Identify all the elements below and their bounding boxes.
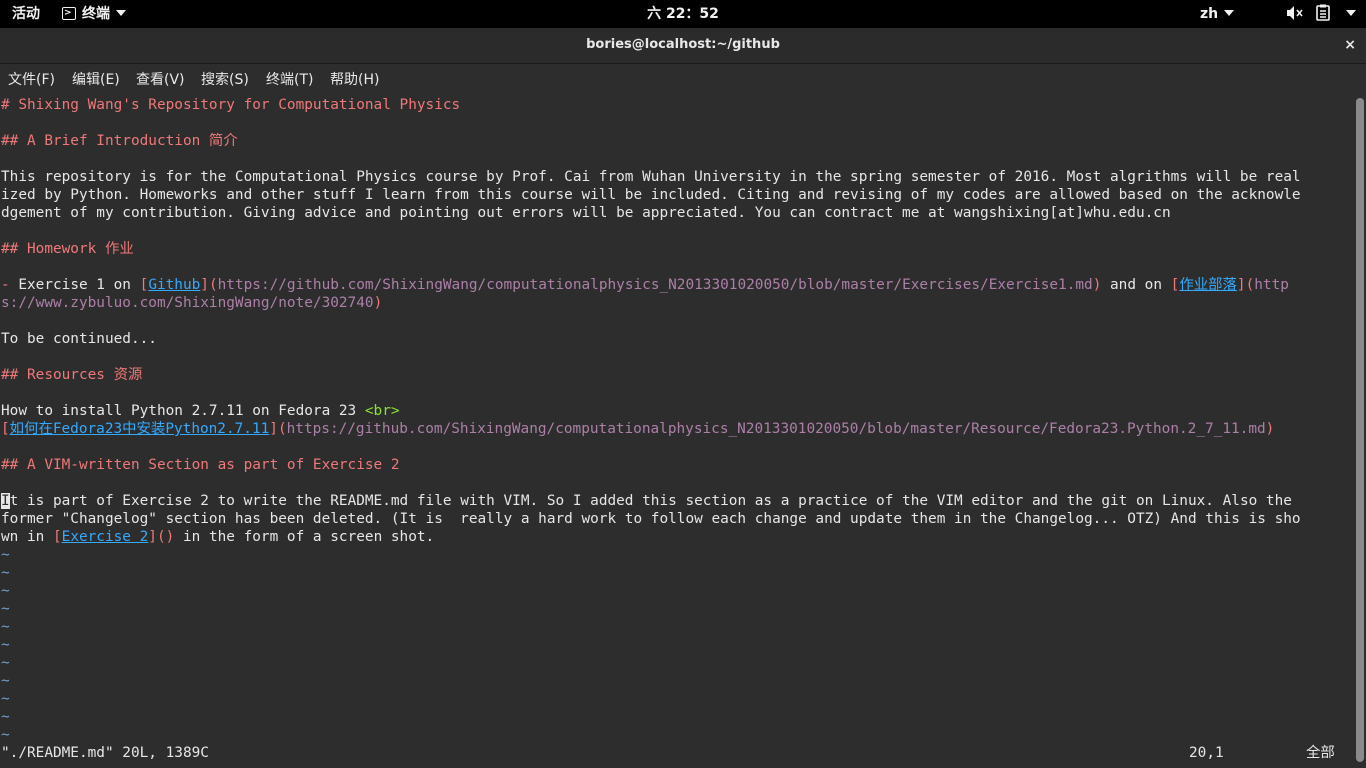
paren-close: ) xyxy=(1265,421,1275,437)
md-heading-intro: ## A Brief Introduction 简介 xyxy=(1,133,238,149)
vim-cursor-position: 20,1 xyxy=(1189,745,1224,761)
empty-line-tilde: ~ xyxy=(1,691,10,707)
empty-line-tilde: ~ xyxy=(1,709,10,725)
chevron-down-icon xyxy=(1346,10,1356,16)
intro-line-2: ized by Python. Homeworks and other stuf… xyxy=(1,187,1301,203)
scrollbar-thumb[interactable] xyxy=(1356,98,1364,762)
url-zybuluo-part2[interactable]: s://www.zybuluo.com/ShixingWang/note/302… xyxy=(1,295,374,311)
intro-line-3: dgement of my contribution. Giving advic… xyxy=(1,205,1171,221)
url-github-exercise1[interactable]: https://github.com/ShixingWang/computati… xyxy=(218,277,1093,293)
empty-line-tilde: ~ xyxy=(1,637,10,653)
vim-scroll-indicator: 全部 xyxy=(1306,745,1335,761)
install-link-line: [如何在Fedora23中安装Python2.7.11](https://git… xyxy=(1,420,1274,438)
empty-line-tilde: ~ xyxy=(1,565,10,581)
clipboard-icon[interactable] xyxy=(1316,0,1330,28)
menu-bar: 文件(F) 编辑(E) 查看(V) 搜索(S) 终端(T) 帮助(H) xyxy=(0,64,1366,96)
bracket-close: ]( xyxy=(269,421,287,437)
homework-line-2: s://www.zybuluo.com/ShixingWang/note/302… xyxy=(1,294,382,312)
url-install-guide[interactable]: https://github.com/ShixingWang/computati… xyxy=(287,421,1266,437)
paren-close: ) xyxy=(373,295,383,311)
chevron-down-icon xyxy=(1224,10,1235,16)
md-heading-vim: ## A VIM-written Section as part of Exer… xyxy=(1,457,400,473)
vim-status-file-info: "./README.md" 20L, 1389C xyxy=(1,745,209,761)
bracket-close: ]( xyxy=(200,277,218,293)
link-zybuluo[interactable]: 作业部落 xyxy=(1179,277,1237,293)
install-text: How to install Python 2.7.11 on Fedora 2… xyxy=(1,403,365,419)
bracket-open: [ xyxy=(1,421,10,437)
empty-line-tilde: ~ xyxy=(1,601,10,617)
empty-line-tilde: ~ xyxy=(1,547,10,563)
system-menu-chevron-icon[interactable] xyxy=(1340,0,1356,28)
bracket-open: [ xyxy=(52,529,62,545)
input-method-label: zh xyxy=(1200,6,1219,22)
intro-line-1: This repository is for the Computational… xyxy=(1,169,1301,185)
close-window-button[interactable]: × xyxy=(1344,28,1356,62)
bracket-open: [ xyxy=(139,277,149,293)
menu-file[interactable]: 文件(F) xyxy=(8,64,55,96)
link-github[interactable]: Github xyxy=(148,277,200,293)
terminal-scrollbar[interactable] xyxy=(1354,96,1366,768)
bracket-close: ]( xyxy=(1236,277,1255,293)
link-install-guide[interactable]: 如何在Fedora23中安装Python2.7.11 xyxy=(10,421,270,437)
clock[interactable]: 六 22：52 xyxy=(0,0,1366,28)
homework-line-1: - Exercise 1 on [Github](https://github.… xyxy=(1,276,1289,294)
vim-line-1: It is part of Exercise 2 to write the RE… xyxy=(1,492,1292,510)
menu-help[interactable]: 帮助(H) xyxy=(330,64,379,96)
menu-view[interactable]: 查看(V) xyxy=(136,64,185,96)
homework-text-2: and on xyxy=(1101,277,1171,293)
empty-line-tilde: ~ xyxy=(1,583,10,599)
empty-line-tilde: ~ xyxy=(1,673,10,689)
window-title-bar[interactable]: bories@localhost:~/github × xyxy=(0,28,1366,64)
list-dash: - xyxy=(1,277,10,293)
empty-line-tilde: ~ xyxy=(1,619,10,635)
install-line: How to install Python 2.7.11 on Fedora 2… xyxy=(1,402,400,420)
bracket-close: ]() xyxy=(148,529,175,545)
md-heading-resources: ## Resources 资源 xyxy=(1,367,143,383)
empty-line-tilde: ~ xyxy=(1,655,10,671)
homework-text-1: Exercise 1 on xyxy=(9,277,140,293)
url-zybuluo-part1[interactable]: http xyxy=(1254,277,1289,293)
volume-muted-icon[interactable] xyxy=(1286,0,1304,28)
text-cursor: I xyxy=(1,493,10,509)
vim-line-2: former "Changelog" section has been dele… xyxy=(1,511,1301,527)
menu-terminal[interactable]: 终端(T) xyxy=(266,64,313,96)
gnome-top-bar: 活动 终端 六 22：52 zh xyxy=(0,0,1366,28)
link-exercise2[interactable]: Exercise 2 xyxy=(62,529,149,545)
vim-line-3-text-a: wn in xyxy=(1,529,53,545)
vim-line-3-text-b: in the form of a screen shot. xyxy=(174,529,435,545)
vim-line-3: wn in [Exercise 2]() in the form of a sc… xyxy=(1,528,434,546)
html-br-tag: <br> xyxy=(364,403,400,419)
empty-line-tilde: ~ xyxy=(1,727,10,743)
to-be-continued: To be continued... xyxy=(1,331,157,347)
vim-line-1-text: t is part of Exercise 2 to write the REA… xyxy=(9,493,1292,509)
window-title: bories@localhost:~/github xyxy=(586,37,780,52)
terminal-view[interactable]: # Shixing Wang's Repository for Computat… xyxy=(0,96,1354,768)
input-method-button[interactable]: zh xyxy=(1200,0,1235,28)
menu-edit[interactable]: 编辑(E) xyxy=(72,64,120,96)
md-heading-homework: ## Homework 作业 xyxy=(1,241,134,257)
md-title: # Shixing Wang's Repository for Computat… xyxy=(1,97,461,113)
menu-search[interactable]: 搜索(S) xyxy=(201,64,249,96)
